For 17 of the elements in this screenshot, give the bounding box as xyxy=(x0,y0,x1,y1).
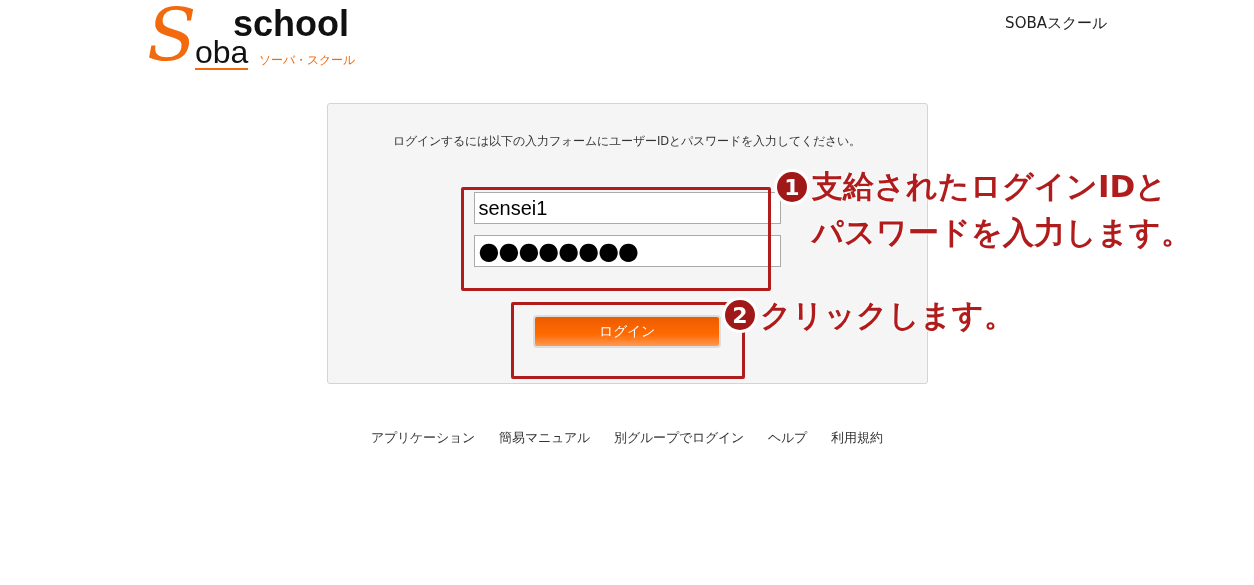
callout-text: 支給されたログインIDと xyxy=(812,167,1168,206)
footer-link[interactable]: アプリケーション xyxy=(371,429,475,447)
logo-subtitle: ソーバ・スクール xyxy=(259,52,355,69)
user-id-field[interactable]: sensei1 xyxy=(473,192,781,224)
password-field[interactable]: ●●●●●●●● xyxy=(473,235,781,267)
instruction-text: ログインするには以下の入力フォームにユーザーIDとパスワードを入力してください。 xyxy=(392,134,862,149)
footer-link[interactable]: 利用規約 xyxy=(831,429,883,447)
site-name: SOBAスクール xyxy=(1005,14,1107,34)
step-number: 1 xyxy=(777,172,807,202)
step-number: 2 xyxy=(725,300,755,330)
footer-link[interactable]: 簡易マニュアル xyxy=(499,429,590,447)
callout-text: クリックします。 xyxy=(760,296,1015,335)
password-dots: ●●●●●●●● xyxy=(478,237,639,265)
logo-text: oba xyxy=(195,36,249,70)
footer-link[interactable]: 別グループでログイン xyxy=(614,429,744,447)
callout-text: パスワードを入力します。 xyxy=(812,213,1192,252)
footer-link[interactable]: ヘルプ xyxy=(768,429,807,447)
